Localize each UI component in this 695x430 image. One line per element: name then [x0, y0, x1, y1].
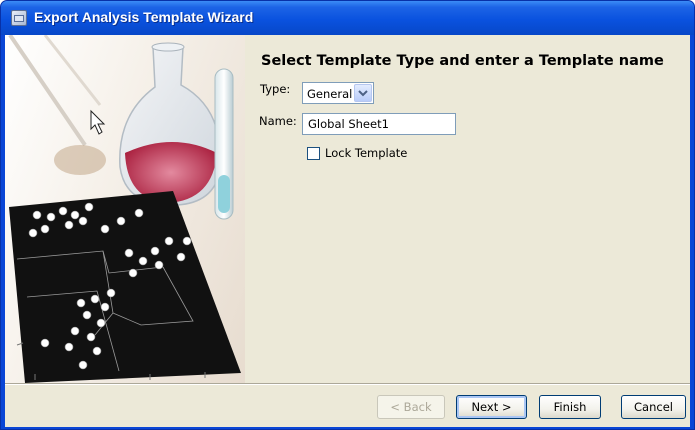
cancel-button[interactable]: Cancel	[621, 395, 686, 419]
wizard-body: Select Template Type and enter a Templat…	[5, 35, 690, 427]
page-heading: Select Template Type and enter a Templat…	[261, 53, 664, 69]
wizard-window: Export Analysis Template Wizard Select T…	[0, 0, 695, 430]
app-icon	[11, 10, 27, 26]
type-select[interactable]: General	[302, 82, 374, 104]
window-title: Export Analysis Template Wizard	[34, 9, 254, 25]
next-button[interactable]: Next >	[456, 395, 527, 419]
finish-button[interactable]: Finish	[539, 395, 601, 419]
lock-template-label[interactable]: Lock Template	[325, 146, 407, 160]
type-select-value: General	[307, 87, 353, 101]
title-bar[interactable]: Export Analysis Template Wizard	[1, 1, 694, 35]
template-name-input[interactable]	[302, 113, 456, 135]
lock-template-checkbox[interactable]	[307, 147, 320, 160]
chevron-down-icon[interactable]	[354, 84, 372, 102]
back-button[interactable]: < Back	[377, 395, 445, 419]
wizard-illustration	[5, 35, 245, 383]
type-label: Type:	[260, 82, 291, 96]
button-bar-separator	[5, 383, 690, 385]
name-label: Name:	[259, 114, 297, 128]
